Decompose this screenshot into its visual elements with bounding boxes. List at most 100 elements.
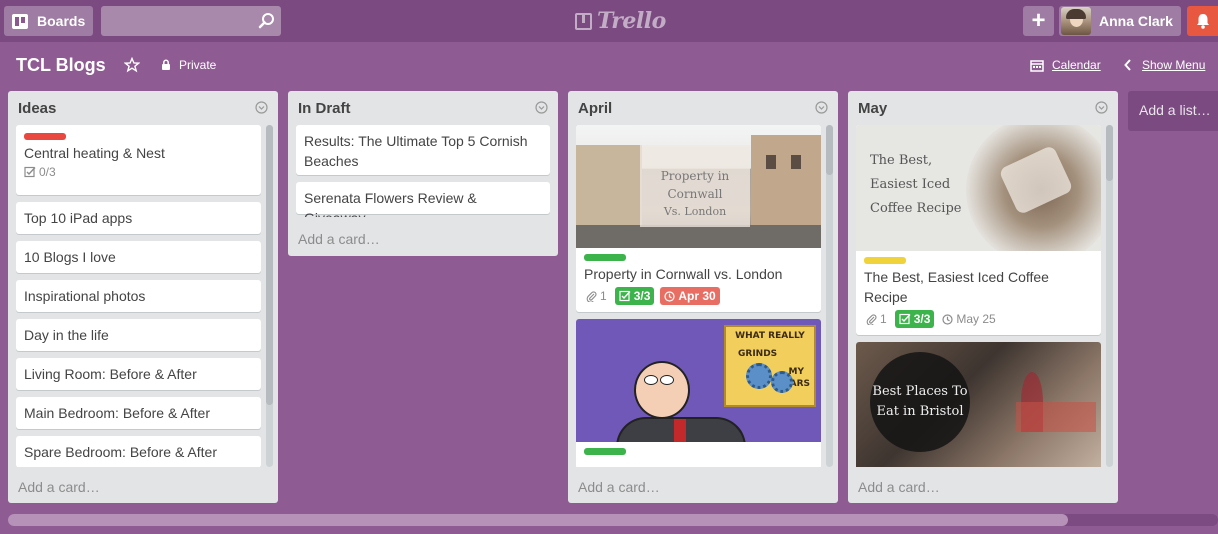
card[interactable]: Day in the life	[16, 319, 261, 351]
label-green	[584, 254, 626, 261]
list-header[interactable]: May	[848, 91, 1118, 125]
attachment-count: 1	[880, 312, 887, 326]
card-list: Results: The Ultimate Top 5 Cornish Beac…	[296, 125, 550, 217]
cover-text: Eat in Bristol	[876, 404, 964, 419]
card-title: 10 Blogs I love	[24, 249, 116, 265]
boards-button[interactable]: Boards	[4, 6, 93, 36]
card-cover-image: The Best, Easiest Iced Coffee Recipe	[856, 125, 1101, 251]
due-date-badge: May 25	[940, 310, 997, 328]
star-icon[interactable]	[124, 57, 140, 73]
list-title[interactable]: Ideas	[18, 100, 56, 117]
chevron-left-icon	[1124, 59, 1131, 71]
lock-icon	[162, 59, 170, 70]
cover-text: GRINDS	[738, 349, 778, 359]
list-header[interactable]: In Draft	[288, 91, 558, 125]
card-title: Results: The Ultimate Top 5 Cornish Beac…	[304, 133, 528, 169]
logo-icon	[575, 12, 592, 30]
list-title[interactable]: May	[858, 100, 887, 117]
card[interactable]: Living Room: Before & After	[16, 358, 261, 390]
scroll-thumb[interactable]	[1106, 125, 1113, 181]
add-button[interactable]: +	[1023, 6, 1054, 36]
card-title: Main Bedroom: Before & After	[24, 405, 210, 421]
card-badges: 1 3/3 May 25	[864, 310, 1093, 328]
add-list-button[interactable]: Add a list…	[1128, 91, 1218, 131]
due-date: Apr 30	[678, 289, 716, 303]
show-menu-label: Show Menu	[1142, 58, 1206, 72]
list-menu-icon[interactable]	[255, 101, 268, 114]
checklist-badge: 0/3	[24, 163, 56, 181]
card-title: Serenata Flowers Review & Giveaway	[304, 190, 477, 217]
card-badges: 0/3	[24, 163, 253, 181]
cover-text: Vs. London	[663, 205, 727, 218]
attachment-count: 1	[600, 289, 607, 303]
card[interactable]: Top 10 iPad apps	[16, 202, 261, 234]
list-menu-icon[interactable]	[815, 101, 828, 114]
card[interactable]: Property in Cornwall Vs. London Property…	[576, 125, 821, 312]
card-title: Property in Cornwall vs. London	[584, 266, 783, 282]
list-in-draft: In Draft Results: The Ultimate Top 5 Cor…	[288, 91, 558, 256]
board-title[interactable]: TCL Blogs	[16, 55, 106, 76]
scroll-thumb[interactable]	[266, 125, 273, 405]
clock-icon	[942, 313, 953, 325]
card-title: Day in the life	[24, 327, 109, 343]
user-name: Anna Clark	[1099, 13, 1173, 29]
board-scrollbar[interactable]	[8, 514, 1218, 526]
card-title: Inspirational photos	[24, 288, 146, 304]
due-date-badge: Apr 30	[660, 287, 720, 305]
add-card-link[interactable]: Add a card…	[298, 231, 380, 247]
card[interactable]: Central heating & Nest 0/3	[16, 125, 261, 195]
list-menu-icon[interactable]	[1095, 101, 1108, 114]
cover-text: WHAT REALLY	[735, 331, 805, 341]
add-card-link[interactable]: Add a card…	[858, 479, 940, 495]
checklist-icon	[899, 313, 911, 325]
show-menu-link[interactable]: Show Menu	[1124, 58, 1205, 72]
card[interactable]: Inspirational photos	[16, 280, 261, 312]
list-title[interactable]: April	[578, 100, 612, 117]
add-card-link[interactable]: Add a card…	[578, 479, 660, 495]
card-cover-image: Property in Cornwall Vs. London	[576, 125, 821, 248]
calendar-link[interactable]: Calendar	[1030, 58, 1101, 72]
trello-logo[interactable]: Trello	[575, 8, 666, 34]
notifications-button[interactable]	[1187, 6, 1218, 36]
list-scrollbar[interactable]	[1106, 125, 1113, 467]
user-menu-button[interactable]: Anna Clark	[1059, 6, 1181, 36]
scroll-thumb[interactable]	[826, 125, 833, 175]
card[interactable]: 10 Blogs I love	[16, 241, 261, 273]
list-scrollbar[interactable]	[826, 125, 833, 467]
label-green	[584, 448, 626, 455]
attachment-badge: 1	[584, 287, 609, 305]
boards-label: Boards	[37, 13, 86, 29]
top-bar: Boards Trello + Anna Clark	[0, 0, 1218, 42]
cover-text: Property in Cornwall	[660, 169, 730, 201]
card[interactable]: Main Bedroom: Before & After	[16, 397, 261, 429]
search-input[interactable]	[101, 6, 281, 36]
list-title[interactable]: In Draft	[298, 100, 351, 117]
attachment-badge: 1	[864, 310, 889, 328]
card-cover-image: WHAT REALLY GRINDS MY GEARS	[576, 319, 821, 442]
list-header[interactable]: April	[568, 91, 838, 125]
visibility-label: Private	[179, 58, 217, 72]
card[interactable]: Results: The Ultimate Top 5 Cornish Beac…	[296, 125, 550, 175]
card[interactable]: The Best, Easiest Iced Coffee Recipe The…	[856, 125, 1101, 335]
card[interactable]: WHAT REALLY GRINDS MY GEARS	[576, 319, 821, 467]
card[interactable]: Spare Bedroom: Before & After	[16, 436, 261, 467]
list-scrollbar[interactable]	[266, 125, 273, 467]
visibility-toggle[interactable]: Private	[160, 58, 216, 72]
card-title: Spare Bedroom: Before & After	[24, 444, 217, 460]
list-header[interactable]: Ideas	[8, 91, 278, 125]
board-scroll-thumb[interactable]	[8, 514, 1068, 526]
list-menu-icon[interactable]	[535, 101, 548, 114]
card-cover-image: Best Places To Eat in Bristol	[856, 342, 1101, 467]
due-date: May 25	[956, 312, 996, 326]
checklist-count: 0/3	[39, 165, 56, 179]
card-list: Central heating & Nest 0/3 Top 10 iPad a…	[16, 125, 261, 467]
card-list: The Best, Easiest Iced Coffee Recipe The…	[856, 125, 1101, 467]
add-card-link[interactable]: Add a card…	[18, 479, 100, 495]
attachment-icon	[866, 313, 877, 325]
card[interactable]: Best Places To Eat in Bristol	[856, 342, 1101, 467]
card-title: Living Room: Before & After	[24, 366, 197, 382]
list-april: April Property in Cornwall Vs. London Pr…	[568, 91, 838, 503]
search-icon[interactable]	[258, 12, 276, 30]
calendar-icon	[1030, 59, 1044, 72]
card[interactable]: Serenata Flowers Review & Giveaway	[296, 182, 550, 217]
